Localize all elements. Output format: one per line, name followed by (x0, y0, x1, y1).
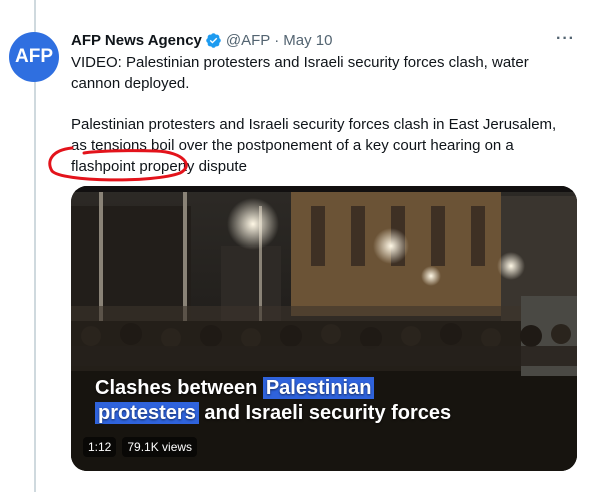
video-caption: Clashes between Palestinian protesters a… (95, 376, 451, 426)
video-views: 79.1K views (122, 437, 198, 457)
caption-text: and Israeli security forces (198, 402, 452, 424)
caption-text: Clashes between (95, 377, 263, 399)
caption-line-1: Clashes between Palestinian (95, 376, 451, 401)
account-name[interactable]: AFP News Agency (71, 32, 202, 49)
tweet-date[interactable]: May 10 (283, 32, 332, 49)
verified-badge-icon (206, 32, 221, 48)
video-stats: 1:12 79.1K views (83, 437, 198, 457)
caption-highlight: Palestinian (262, 377, 375, 399)
header-separator: · (274, 31, 280, 49)
video-duration: 1:12 (83, 437, 117, 457)
account-handle[interactable]: @AFP (226, 32, 270, 49)
more-horizontal-icon[interactable]: ··· (556, 30, 575, 48)
video-player[interactable]: Clashes between Palestinian protesters a… (71, 186, 577, 471)
video-thumbnail (71, 186, 577, 471)
caption-line-2: protesters and Israeli security forces (95, 401, 451, 426)
avatar-text: AFP (15, 46, 53, 67)
tweet-text-line1: VIDEO: Palestinian protesters and Israel… (71, 54, 529, 92)
avatar[interactable]: AFP (9, 32, 59, 82)
tweet-header: AFP News Agency @AFP · May 10 (71, 29, 333, 51)
caption-highlight: protesters (95, 402, 199, 424)
annotation-circle (48, 146, 188, 182)
